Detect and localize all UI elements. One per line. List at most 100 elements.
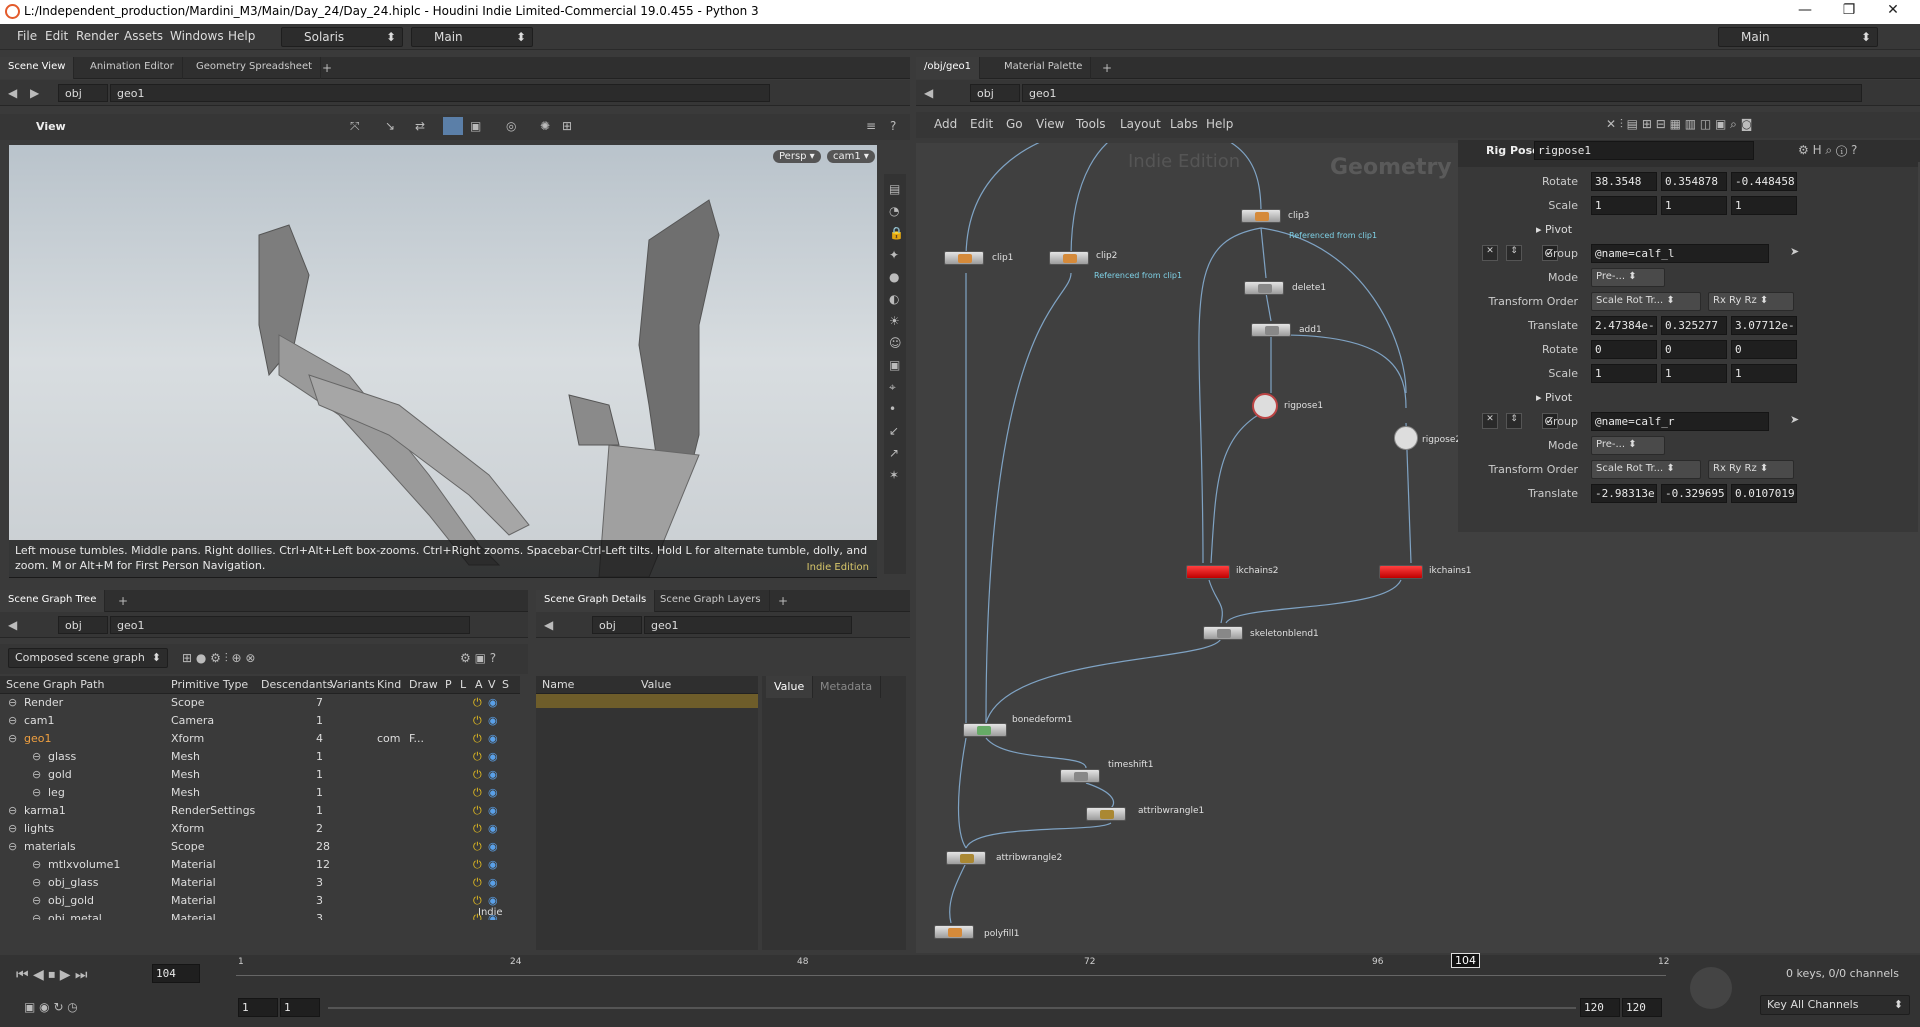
range-end-field[interactable]: 120 — [1580, 998, 1620, 1017]
range-start-field[interactable]: 1 — [238, 998, 278, 1017]
tab-geometry-spreadsheet[interactable]: Geometry Spreadsheet — [188, 57, 322, 79]
node-rigpose1[interactable] — [1252, 393, 1278, 419]
tree-settings-icon[interactable]: ⚙ ▣ ? — [460, 651, 496, 665]
close-button[interactable]: ✕ — [1873, 2, 1913, 18]
param-value-field[interactable]: 0.325277 — [1661, 316, 1727, 335]
pivot-folder[interactable]: ▸ Pivot — [1536, 223, 1572, 236]
expand-icon[interactable]: ⊖ — [8, 696, 17, 709]
tab-material-palette[interactable]: Material Palette — [996, 57, 1092, 79]
render-tool-icon[interactable]: ◎ — [506, 119, 516, 133]
expand-icon[interactable]: ⊖ — [8, 822, 17, 835]
tab-animation-editor[interactable]: Animation Editor — [82, 57, 183, 79]
tab-obj-geo1[interactable]: /obj/geo1 — [916, 57, 980, 79]
expand-icon[interactable]: ⊖ — [32, 894, 41, 907]
param-value-field[interactable]: 1 — [1591, 196, 1657, 215]
rotate-tool-icon[interactable]: ⇄ — [415, 119, 425, 133]
visibility-icon[interactable]: ◉ — [488, 822, 498, 835]
desktop-select[interactable]: Solaris ⬍ — [281, 27, 403, 47]
right-desktop-select[interactable]: Main ⬍ — [1718, 27, 1878, 47]
menu-render[interactable]: Render — [76, 29, 119, 43]
node-ikchains2[interactable] — [1186, 565, 1230, 579]
node-clip2[interactable] — [1049, 251, 1089, 265]
details-selected-row[interactable] — [536, 694, 758, 708]
param-value-field[interactable]: 0.354878 — [1661, 172, 1727, 191]
visibility-icon[interactable]: ◉ — [488, 786, 498, 799]
menu-windows[interactable]: Windows — [170, 29, 224, 43]
tree-row[interactable]: ⊖ cam1 Camera 1 ⏻ ◉ — [0, 712, 520, 730]
net-path-obj[interactable]: obj — [970, 84, 1020, 102]
tree-row[interactable]: ⊖ materials Scope 28 ⏻ ◉ — [0, 838, 520, 856]
tab-scene-graph-layers[interactable]: Scene Graph Layers — [652, 590, 770, 612]
help-icon[interactable]: ? — [890, 119, 896, 133]
net-toolbar-icons[interactable]: ✕ ⫶ ▤ ⊞ ⊟ ▦ ▥ ◫ ▣ ⌕ ◙ — [1606, 117, 1752, 132]
node-attribwrangle2[interactable] — [946, 851, 986, 865]
tree-row[interactable]: ⊖ obj_gold Material 3 ⏻ ◉ — [0, 892, 520, 910]
add-tab-icon[interactable]: + — [322, 61, 332, 75]
expand-icon[interactable]: ⊖ — [32, 768, 41, 781]
param-value-field[interactable]: 0 — [1731, 340, 1797, 359]
expand-icon[interactable]: ⊖ — [8, 714, 17, 727]
viewport-options-icon[interactable]: ≡ — [866, 119, 876, 133]
timeline-options-icons[interactable]: ▣ ◉ ↻ ◷ — [24, 1000, 78, 1014]
tree-path-obj[interactable]: obj — [58, 616, 108, 634]
menu-file[interactable]: File — [17, 29, 37, 43]
param-value-field[interactable]: 1 — [1731, 364, 1797, 383]
menu-edit[interactable]: Edit — [45, 29, 68, 43]
col-p[interactable]: P — [445, 678, 452, 691]
activation-icon[interactable]: ⏻ — [473, 876, 482, 890]
add-tab-icon[interactable]: + — [1102, 61, 1112, 75]
visibility-icon[interactable]: ◉ — [488, 768, 498, 781]
net-path-geo1[interactable]: geo1 — [1022, 84, 1862, 102]
mode-select[interactable]: Pre-... ⬍ — [1591, 436, 1665, 455]
param-value-field[interactable]: 2.47384e- — [1591, 316, 1657, 335]
col-primtype[interactable]: Primitive Type — [171, 678, 248, 691]
node-bonedeform1[interactable] — [963, 723, 1007, 737]
node-delete1[interactable] — [1244, 281, 1284, 295]
node-rigpose2[interactable] — [1394, 426, 1418, 450]
playback-controls[interactable]: ⏮ ◀ ⏹ ▶ ⏭ — [16, 967, 88, 983]
details-col-value[interactable]: Value — [641, 678, 671, 691]
range-end2-field[interactable]: 120 — [1622, 998, 1662, 1017]
tab-scene-graph-details[interactable]: Scene Graph Details — [536, 590, 656, 612]
expand-icon[interactable]: ⊖ — [8, 732, 17, 745]
menu-assets[interactable]: Assets — [124, 29, 163, 43]
select-arrow-icon[interactable]: ➤ — [1790, 413, 1799, 426]
back-icon[interactable]: ◀ — [8, 86, 17, 100]
activation-icon[interactable]: ⏻ — [473, 858, 482, 872]
param-value-field[interactable]: -0.448458 — [1731, 172, 1797, 191]
param-value-field[interactable]: 1 — [1731, 196, 1797, 215]
path-obj[interactable]: obj — [58, 84, 108, 102]
tab-metadata[interactable]: Metadata — [812, 676, 882, 698]
param-node-name[interactable]: rigpose1 — [1534, 141, 1754, 160]
current-frame-field[interactable]: 104 — [152, 964, 200, 983]
node-polyfill1[interactable] — [934, 925, 974, 939]
tree-row[interactable]: ⊖ leg Mesh 1 ⏻ ◉ — [0, 784, 520, 802]
col-v[interactable]: V — [488, 678, 496, 691]
col-draw[interactable]: Draw — [409, 678, 438, 691]
group-field[interactable]: @name=calf_l — [1591, 244, 1769, 263]
node-clip1[interactable] — [944, 251, 984, 265]
mode-select[interactable]: Pre-... ⬍ — [1591, 268, 1665, 287]
expand-icon[interactable]: ⊖ — [32, 876, 41, 889]
visibility-icon[interactable]: ◉ — [488, 894, 498, 907]
back-icon[interactable]: ◀ — [544, 618, 553, 632]
node-attribwrangle1[interactable] — [1086, 807, 1126, 821]
activation-icon[interactable]: ⏻ — [473, 840, 482, 854]
activation-icon[interactable]: ⏻ — [473, 750, 482, 764]
details-path-obj[interactable]: obj — [592, 616, 642, 634]
tab-scene-graph-tree[interactable]: Scene Graph Tree — [0, 590, 106, 612]
tree-row[interactable]: ⊖ obj_glass Material 3 ⏻ ◉ — [0, 874, 520, 892]
param-tool-icons[interactable]: ⚙ H ⌕ ⓘ ? — [1798, 143, 1857, 158]
activation-icon[interactable]: ⏻ — [473, 696, 482, 710]
xform-order-select[interactable]: Scale Rot Tr... ⬍ — [1591, 460, 1701, 479]
col-variants[interactable]: Variants — [330, 678, 375, 691]
net-menu-add[interactable]: Add — [934, 117, 957, 131]
expand-icon[interactable]: ⊖ — [32, 786, 41, 799]
back-icon[interactable]: ◀ — [924, 86, 933, 100]
camera-menu[interactable]: cam1 ▾ — [827, 150, 875, 163]
param-value-field[interactable]: 1 — [1661, 196, 1727, 215]
node-ikchains1[interactable] — [1379, 565, 1423, 579]
expand-icon[interactable]: ⊖ — [32, 858, 41, 871]
tree-mode-select[interactable]: Composed scene graph ⬍ — [8, 648, 168, 668]
camera-tool-icon[interactable]: ▣ — [470, 119, 481, 133]
